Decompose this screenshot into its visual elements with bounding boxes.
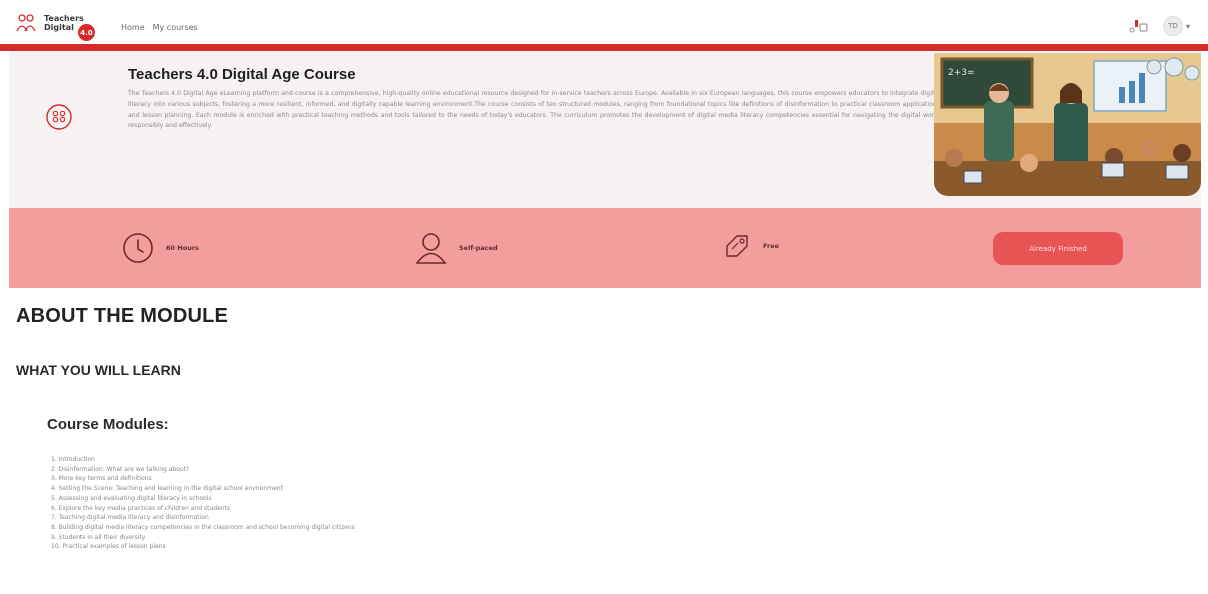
avatar[interactable]: TD	[1162, 16, 1183, 36]
notification-icon[interactable]	[1129, 19, 1149, 33]
list-item: 3. More key terms and definitions	[51, 475, 152, 483]
list-item: 4. Setting the Scene: Teaching and learn…	[51, 485, 283, 493]
course-description: The Teachers 4.0 Digital Age eLearning p…	[128, 90, 940, 130]
duration-label: 60 Hours	[166, 244, 199, 252]
people-logo-icon	[16, 14, 36, 32]
stat-duration: 60 Hours	[122, 232, 199, 264]
nav-links: Home My courses	[121, 23, 198, 32]
learn-heading: WHAT YOU WILL LEARN	[16, 362, 181, 378]
price-label: Free	[763, 242, 780, 250]
list-item: 1. Introduction	[51, 456, 95, 463]
person-icon	[415, 233, 447, 264]
logo-version-badge: 4.0	[78, 24, 95, 41]
about-heading: ABOUT THE MODULE	[16, 305, 229, 327]
nav-link-my-courses[interactable]: My courses	[153, 23, 198, 32]
header-accent-bar	[0, 44, 1208, 51]
list-item: 2. Disinformation: What are we talking a…	[51, 465, 190, 473]
stat-pace: Self-paced	[415, 232, 498, 264]
course-hero: Teachers 4.0 Digital Age Course The Teac…	[9, 51, 1201, 208]
list-item: 8. Building digital media literacy compe…	[51, 523, 355, 531]
stat-price: Free	[723, 232, 779, 260]
nav-link-home[interactable]: Home	[121, 23, 145, 32]
price-tag-icon	[726, 235, 748, 257]
nav-right: TD ▾	[1129, 16, 1190, 36]
list-item: 5. Assessing and evaluating digital lite…	[51, 494, 212, 502]
list-item: 10. Practical examples of lesson plans	[51, 543, 166, 551]
pace-label: Self-paced	[459, 244, 498, 252]
already-finished-button[interactable]: Already Finished	[993, 232, 1123, 265]
classroom-illustration: 2+3=	[934, 53, 1201, 196]
clock-icon	[123, 233, 153, 263]
chevron-down-icon[interactable]: ▾	[1186, 22, 1190, 31]
logo-line1: Teachers	[44, 14, 84, 23]
list-item: 6. Explore the key media practices of ch…	[51, 504, 231, 512]
top-navbar: Teachers Digital 4.0 Home My courses TD …	[0, 0, 1208, 44]
community-icon	[46, 104, 72, 130]
course-title: Teachers 4.0 Digital Age Course	[128, 66, 356, 83]
user-menu[interactable]: TD ▾	[1162, 16, 1190, 36]
list-item: 7. Teaching digital media literacy and d…	[51, 514, 209, 522]
modules-heading: Course Modules:	[47, 416, 169, 433]
list-item: 9. Students in all their diversity	[51, 533, 146, 541]
svg-text:2+3=: 2+3=	[948, 68, 975, 78]
module-list: 1. Introduction 2. Disinformation: What …	[51, 455, 355, 552]
course-stats-band: 60 Hours Self-paced Free Already Finishe…	[9, 208, 1201, 288]
